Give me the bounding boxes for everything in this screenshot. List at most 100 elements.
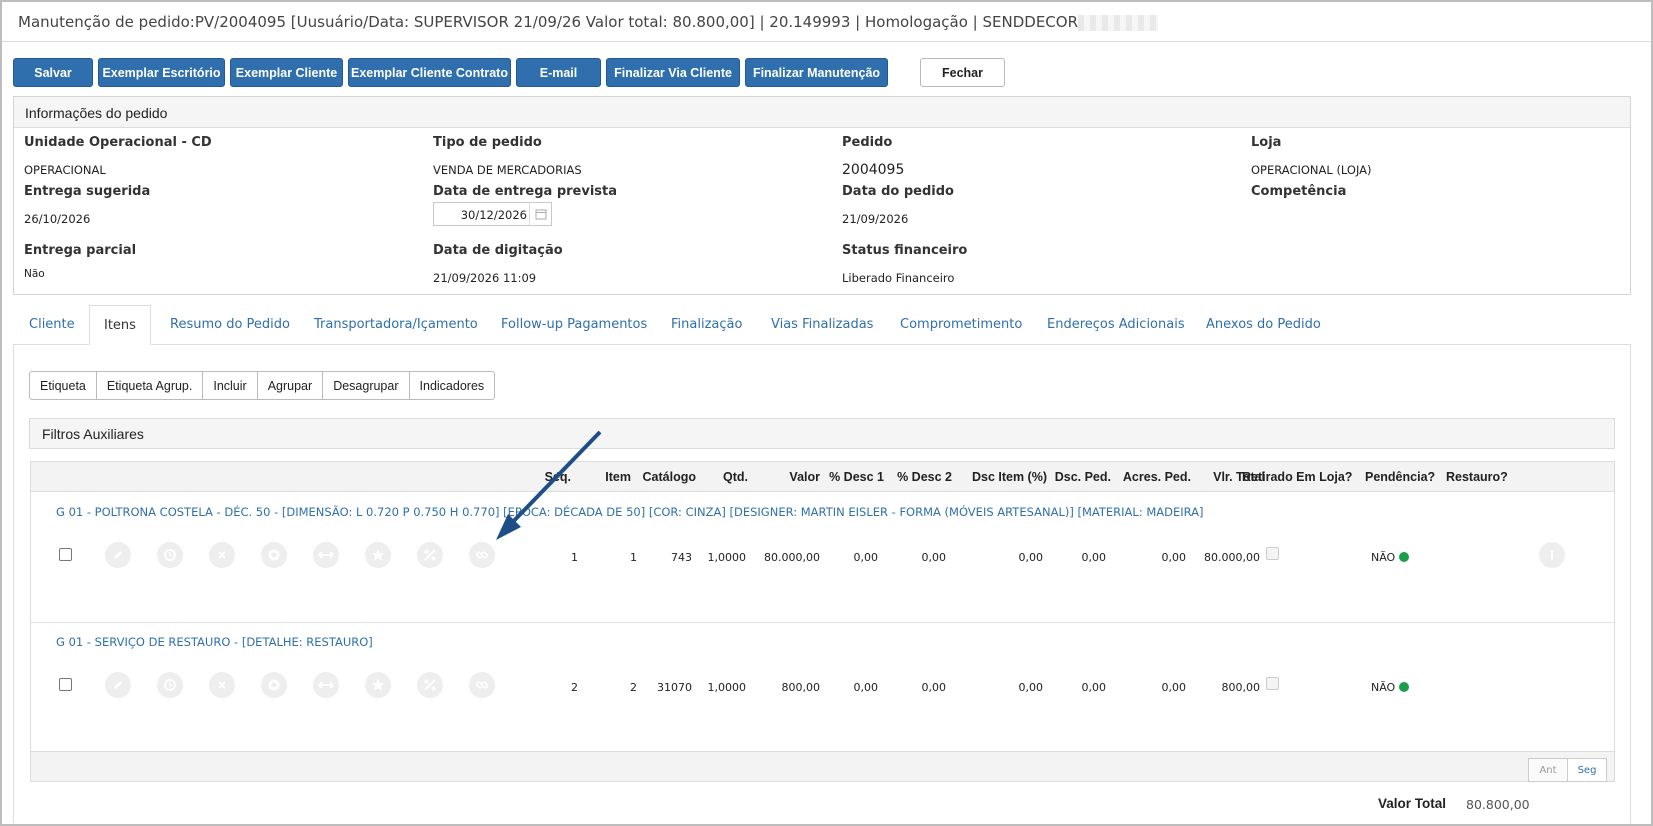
- tab-comprometimento[interactable]: Comprometimento: [900, 305, 1022, 345]
- tab-followup[interactable]: Follow-up Pagamentos: [501, 305, 647, 345]
- pager-prev-button[interactable]: Ant: [1528, 758, 1568, 782]
- discount-icon[interactable]: [417, 542, 443, 568]
- edit-icon[interactable]: [105, 542, 131, 568]
- group-button[interactable]: Agrupar: [256, 371, 324, 400]
- cell-catalogo: 31070: [657, 681, 692, 694]
- financial-status-label: Status financeiro: [842, 243, 968, 258]
- suggested-delivery-label: Entrega sugerida: [24, 184, 151, 199]
- total-label: Valor Total: [1378, 796, 1447, 811]
- customer-copy-button[interactable]: Exemplar Cliente: [230, 58, 343, 87]
- email-button[interactable]: E-mail: [516, 58, 601, 87]
- history-icon[interactable]: [157, 672, 183, 698]
- edit-icon[interactable]: [105, 672, 131, 698]
- link-icon[interactable]: [469, 542, 495, 568]
- info-icon[interactable]: [1539, 542, 1565, 568]
- star-icon[interactable]: [365, 672, 391, 698]
- order-number-value: 2004095: [842, 162, 905, 178]
- partial-delivery-label: Entrega parcial: [24, 243, 137, 258]
- discount-icon[interactable]: [417, 672, 443, 698]
- cell-desc1: 0,00: [853, 551, 879, 564]
- tab-resumo[interactable]: Resumo do Pedido: [170, 305, 290, 345]
- remove-icon[interactable]: [209, 542, 235, 568]
- tab-vias[interactable]: Vias Finalizadas: [771, 305, 873, 345]
- col-desc1: % Desc 1: [829, 470, 884, 484]
- tab-anexos[interactable]: Anexos do Pedido: [1206, 305, 1321, 345]
- col-catalogo: Catálogo: [642, 470, 696, 484]
- entry-date-label: Data de digitação: [433, 243, 563, 258]
- expected-delivery-label: Data de entrega prevista: [433, 184, 618, 199]
- item-description[interactable]: G 01 - POLTRONA COSTELA - DÉC. 50 - [DIM…: [56, 505, 1204, 519]
- indicators-button[interactable]: Indicadores: [408, 371, 496, 400]
- label-button[interactable]: Etiqueta: [29, 371, 97, 400]
- cell-qtd: 1,0000: [707, 551, 747, 564]
- cell-item: 2: [630, 681, 637, 694]
- pending-status: NÃO: [1371, 681, 1410, 694]
- cell-desc2: 0,00: [921, 681, 947, 694]
- store-label: Loja: [1251, 135, 1282, 150]
- cell-desc1: 0,00: [853, 681, 879, 694]
- aux-filters-header[interactable]: Filtros Auxiliares: [29, 418, 1615, 449]
- store-value: OPERACIONAL (LOJA): [1251, 163, 1372, 177]
- pending-value: NÃO: [1371, 681, 1396, 694]
- tab-transportadora[interactable]: Transportadora/Içamento: [314, 305, 478, 345]
- settings-icon[interactable]: [261, 672, 287, 698]
- link-icon[interactable]: [469, 672, 495, 698]
- include-button[interactable]: Incluir: [202, 371, 258, 400]
- expected-delivery-input[interactable]: 30/12/2026: [433, 202, 552, 226]
- partial-delivery-value: Não: [24, 268, 45, 280]
- grid-footer: Ant Seg: [31, 751, 1614, 782]
- order-type-value: VENDA DE MERCADORIAS: [433, 163, 582, 177]
- save-button[interactable]: Salvar: [13, 58, 93, 87]
- cell-valor: 800,00: [781, 681, 821, 694]
- unit-label: Unidade Operacional - CD: [24, 135, 212, 150]
- finalize-maintenance-button[interactable]: Finalizar Manutenção: [745, 58, 888, 87]
- office-copy-button[interactable]: Exemplar Escritório: [98, 58, 225, 87]
- cell-dsc-ped: 0,00: [1081, 681, 1107, 694]
- pager-next-button[interactable]: Seg: [1567, 758, 1607, 782]
- col-restauro: Restauro?: [1446, 470, 1508, 484]
- item-description[interactable]: G 01 - SERVIÇO DE RESTAURO - [DETALHE: R…: [56, 635, 373, 649]
- expected-delivery-value: 30/12/2026: [460, 208, 527, 222]
- pending-status: NÃO: [1371, 551, 1410, 564]
- close-button[interactable]: Fechar: [920, 58, 1005, 87]
- cell-seq: 2: [571, 681, 578, 694]
- customer-contract-copy-button[interactable]: Exemplar Cliente Contrato: [348, 58, 511, 87]
- settings-icon[interactable]: [261, 542, 287, 568]
- ungroup-button[interactable]: Desagrupar: [322, 371, 410, 400]
- tab-finalizacao[interactable]: Finalização: [671, 305, 742, 345]
- picked-in-store-checkbox: [1266, 547, 1279, 560]
- cell-vlr-total: 80.000,00: [1204, 551, 1260, 564]
- col-qtd: Qtd.: [723, 470, 748, 484]
- tab-cliente[interactable]: Cliente: [29, 305, 75, 345]
- col-dsc-item: Dsc Item (%): [971, 470, 1047, 484]
- order-tabs: Cliente Itens Resumo do Pedido Transport…: [13, 305, 1631, 345]
- order-number-label: Pedido: [842, 135, 893, 150]
- suggested-delivery-value: 26/10/2026: [24, 212, 91, 226]
- cell-dsc-ped: 0,00: [1081, 551, 1107, 564]
- row-select-checkbox[interactable]: [59, 548, 72, 561]
- grid-header: Seq. ° Item Catálogo Qtd. Valor % Desc 1…: [31, 462, 1614, 492]
- star-icon[interactable]: [365, 542, 391, 568]
- finalize-customer-copy-button[interactable]: Finalizar Via Cliente: [606, 58, 740, 87]
- items-grid: Seq. ° Item Catálogo Qtd. Valor % Desc 1…: [30, 461, 1615, 782]
- window-title: Manutenção de pedido:PV/2004095 [Uusuári…: [2, 2, 1651, 42]
- row-select-checkbox[interactable]: [59, 678, 72, 691]
- history-icon[interactable]: [157, 542, 183, 568]
- table-row: G 01 - SERVIÇO DE RESTAURO - [DETALHE: R…: [31, 622, 1614, 752]
- cell-acres-ped: 0,00: [1161, 551, 1187, 564]
- cell-vlr-total: 800,00: [1221, 681, 1261, 694]
- tab-enderecos[interactable]: Endereços Adicionais: [1047, 305, 1185, 345]
- col-acres-ped: Acres. Ped.: [1122, 470, 1191, 484]
- col-valor: Valor: [789, 470, 820, 484]
- financial-status-value: Liberado Financeiro: [842, 271, 955, 285]
- tab-itens[interactable]: Itens: [89, 305, 151, 345]
- group-label-button[interactable]: Etiqueta Agrup.: [95, 371, 204, 400]
- swap-icon[interactable]: [313, 672, 339, 698]
- calendar-icon[interactable]: [529, 203, 551, 225]
- cell-seq: 1: [571, 551, 578, 564]
- picked-in-store-checkbox: [1266, 677, 1279, 690]
- remove-icon[interactable]: [209, 672, 235, 698]
- swap-icon[interactable]: [313, 542, 339, 568]
- cell-qtd: 1,0000: [707, 681, 747, 694]
- pending-value: NÃO: [1371, 551, 1396, 564]
